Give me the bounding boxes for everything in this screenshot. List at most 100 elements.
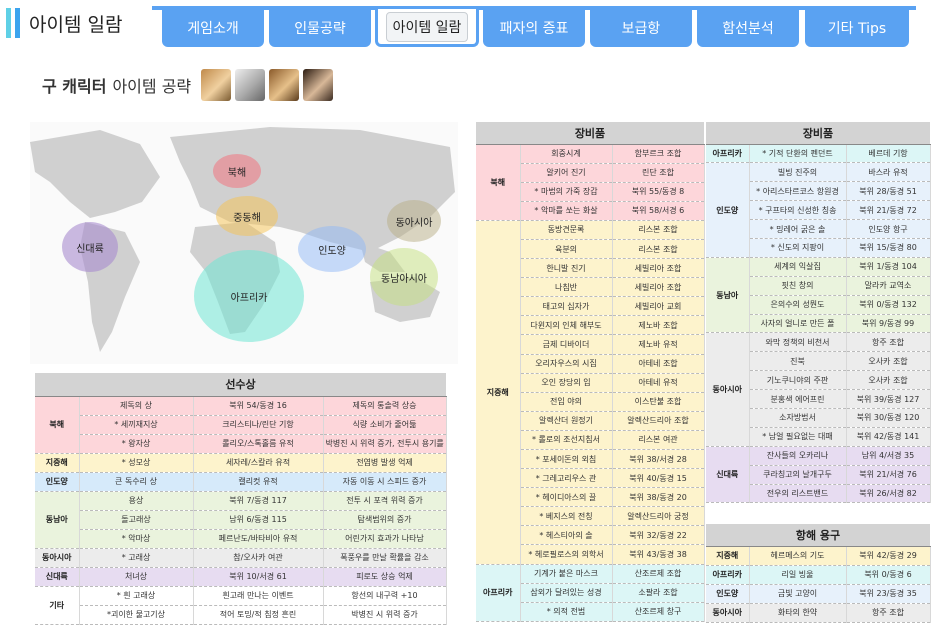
map-region-africa[interactable]: 아프리카: [194, 250, 304, 342]
map-region-indian-ocean[interactable]: 인도양: [298, 226, 366, 272]
region-category: 지중해: [706, 546, 750, 566]
tab-characters[interactable]: 인물공략: [269, 9, 371, 47]
item-name: 육분의: [520, 239, 613, 260]
item-location: 제노바 유적: [612, 334, 705, 355]
item-name: 금제 디바이더: [520, 334, 613, 355]
item-location: 북위 7/동경 117: [193, 491, 324, 511]
item-location: 북위 23/동경 35: [846, 584, 931, 604]
item-name: 쿠라칭고의 날개구두: [749, 465, 847, 485]
region-category: 북해: [476, 144, 521, 221]
item-name: 오인 장당의 입: [520, 373, 613, 393]
equipment-table-left: 장비품 북해 회중시계 함부르크 조합 알키어 진기 린단 조합 * 마법의 가죽 장갑 북위…: [476, 122, 705, 622]
region-category: 인도양: [706, 584, 750, 604]
map-region-north-sea[interactable]: 북해: [213, 154, 261, 188]
map-region-mediterranean[interactable]: 중동해: [216, 196, 278, 236]
item-name: 태고의 십자가: [520, 296, 613, 317]
item-name: 진북: [749, 351, 847, 372]
item-location: 북위 32/동경 22: [612, 525, 705, 546]
tab-other-tips[interactable]: 기타 Tips: [805, 9, 909, 47]
item-location: 소팔라 조합: [612, 583, 705, 603]
item-name: 소자방법서: [749, 408, 847, 428]
table-row: 아프리카 * 기적 단환의 펜던트 베르데 기항: [706, 144, 931, 164]
table-row: 동아시아 와막 정책의 비천서 항주 조합: [706, 332, 931, 447]
item-location: 북위 58/서경 6: [612, 201, 705, 221]
item-name: 핏친 창의: [749, 276, 847, 296]
item-effect: 폭풍우를 만날 확률을 감소: [323, 548, 447, 568]
region-category: 동아시아: [706, 332, 750, 447]
item-location: 산조르제 조합: [612, 564, 705, 584]
item-name: * 고래상: [79, 548, 194, 568]
item-location: 롤리오/스톡홀름 유적: [193, 434, 324, 454]
item-location: 북위 21/동경 72: [846, 200, 931, 221]
item-name: * 남얼 필요없는 대패: [749, 427, 847, 447]
region-category: 인도양: [706, 162, 750, 258]
world-map: 북해 중동해 동아시아 신대륙 인도양 동남아시아 아프리카: [30, 122, 458, 364]
table-title: 장비품: [476, 122, 705, 145]
table-row: 아프리카 기계가 붙은 마스크 산조르제 조합: [476, 564, 705, 622]
table-row: 북해 제독의 상 북위 54/동경 16 제독의 통솔력 상승: [35, 396, 447, 454]
item-location: 북위 39/동경 127: [846, 389, 931, 409]
map-region-east-asia[interactable]: 동아시아: [387, 200, 441, 242]
region-category: 동남아: [35, 491, 80, 549]
item-name: 용상: [79, 491, 194, 511]
map-region-new-world[interactable]: 신대륙: [62, 222, 118, 272]
item-location: 북위 9/동경 99: [846, 314, 931, 334]
item-location: 북위 30/동경 120: [846, 408, 931, 428]
item-location: 린단 조합: [612, 163, 705, 183]
item-location: 산조르제 창구: [612, 602, 705, 622]
table-row: 북해 회중시계 함부르크 조합: [476, 144, 705, 221]
item-location: 제노바 조합: [612, 315, 705, 336]
item-name: 사자의 얼니로 만든 폴: [749, 314, 847, 334]
item-location: 세자레/스칼라 유적: [193, 453, 324, 473]
item-effect: 박병진 시 위력 증가: [323, 605, 447, 625]
item-location: 남위 6/동경 115: [193, 510, 324, 530]
tab-victor-badge[interactable]: 패자의 증표: [483, 9, 585, 47]
item-name: 세계의 익살집: [749, 257, 847, 277]
item-name: 처녀상: [79, 567, 194, 587]
item-location: 북위 54/동경 16: [193, 396, 324, 416]
item-name: 제독의 상: [79, 396, 194, 416]
map-region-southeast-asia[interactable]: 동남아시아: [370, 248, 438, 306]
item-location: 알렉산드리아 궁정: [612, 506, 705, 527]
item-location: 북위 0/동경 132: [846, 295, 931, 315]
character-portrait: [303, 69, 334, 101]
tab-supply-port[interactable]: 보급항: [590, 9, 692, 47]
table-row: 인도양 빌빙 진주의 바스라 유적: [706, 162, 931, 258]
item-name: 동방견문록: [520, 220, 613, 240]
item-effect: 어린가지 효과가 나타남: [323, 529, 447, 549]
item-location: 말라카 교역소: [846, 276, 931, 296]
item-location: 아테네 유적: [612, 373, 705, 393]
item-name: 기노쿠니야의 주판: [749, 370, 847, 391]
item-location: 오사카 조합: [846, 370, 931, 391]
figurehead-table: 선수상 북해 제독의 상 북위 54/동경 16 제독의 통솔력 상승 * 세끼재지상 크리…: [35, 373, 447, 625]
tab-ship-analysis[interactable]: 함선분석: [697, 9, 799, 47]
item-name: 한니발 진기: [520, 258, 613, 279]
item-name: * 포세이돈의 외침: [520, 449, 613, 470]
region-category: 동아시아: [706, 603, 750, 623]
logo-bar-icon: [15, 8, 20, 38]
item-location: 북위 38/동경 20: [612, 487, 705, 508]
item-name: * 헤이디아스의 끌: [520, 487, 613, 508]
item-name: * 왕자상: [79, 434, 194, 454]
item-effect: 항선의 내구력 +10: [323, 586, 447, 606]
item-location: 참/오사카 여관: [193, 548, 324, 568]
item-name: * 베지스의 전칭: [520, 506, 613, 527]
item-location: 인도양 항구: [846, 219, 931, 239]
item-effect: 전투 시 포격 위력 증가: [323, 491, 447, 511]
item-location: 북위 38/서경 28: [612, 449, 705, 470]
item-name: * 악마를 쏘는 화살: [520, 201, 613, 221]
region-category: 기타: [35, 586, 80, 625]
item-name: * 신도의 지팡이: [749, 238, 847, 258]
item-location: 이스탄불 조합: [612, 392, 705, 412]
table-row: * 악마상 페르난도/바타비아 유적 어린가지 효과가 나타남: [35, 529, 447, 549]
tab-game-intro[interactable]: 게임소개: [162, 9, 264, 47]
table-row: 인도양 큰 독수리 상 캘리컷 유적 자동 이동 시 스피드 증가: [35, 472, 447, 492]
region-category: 아프리카: [706, 144, 750, 164]
item-name: 분홍색 에어프린: [749, 389, 847, 409]
item-location: 항주 조합: [846, 332, 931, 353]
table-row: * 세끼재지상 크리스티나/린단 기항 식량 소비가 줄어듦: [35, 415, 447, 435]
item-name: * 아리스타르코스 항원경: [749, 181, 847, 202]
character-portrait: [269, 69, 300, 101]
tab-items[interactable]: 아이템 일람: [375, 9, 479, 47]
item-name: * 흰 고래상: [79, 586, 194, 606]
